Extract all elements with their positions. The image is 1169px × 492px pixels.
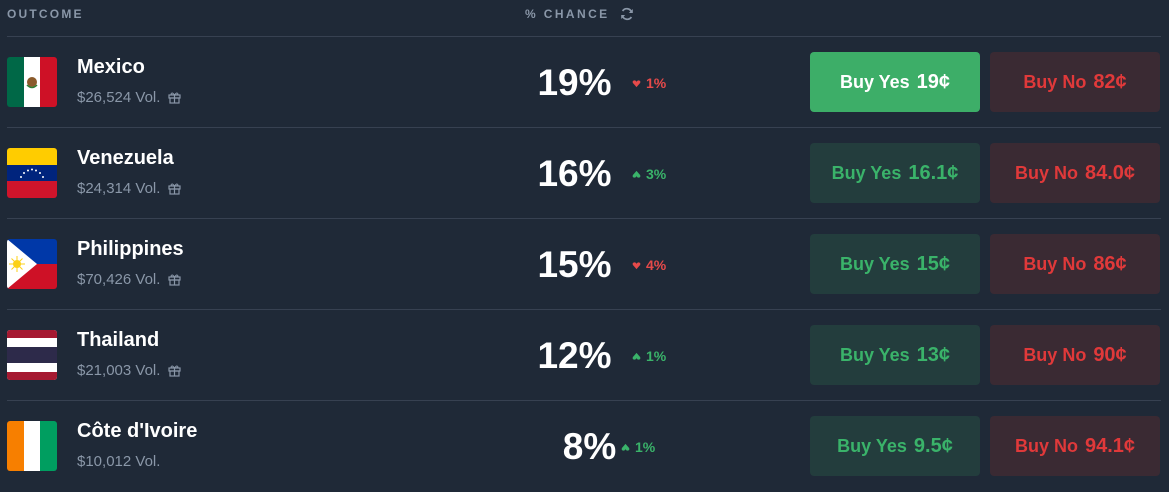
outcome-chance: 16%	[507, 153, 642, 195]
volume-text: $21,003 Vol.	[77, 362, 160, 379]
buy-yes-price: 15¢	[917, 253, 950, 276]
chance-delta: 4%	[632, 257, 666, 273]
outcome-column-header: OUTCOME	[7, 7, 84, 21]
volume-text: $26,524 Vol.	[77, 89, 160, 106]
heart-down-icon	[632, 261, 641, 270]
buy-yes-price: 13¢	[917, 344, 950, 367]
outcome-volume: $24,314 Vol.	[77, 180, 181, 197]
volume-text: $10,012 Vol.	[77, 453, 160, 470]
venezuela-flag-icon	[7, 148, 57, 198]
outcome-name[interactable]: Mexico	[77, 56, 145, 79]
outcome-row[interactable]: Philippines $70,426 Vol. 15% 4% Buy Yes …	[7, 218, 1161, 310]
buy-no-button[interactable]: Buy No 84.0¢	[990, 143, 1160, 203]
buy-yes-button[interactable]: Buy Yes 19¢	[810, 52, 980, 112]
chance-column-header[interactable]: % CHANCE	[525, 7, 634, 21]
outcome-row[interactable]: Côte d'Ivoire $10,012 Vol. 8% 1% Buy Yes…	[7, 400, 1161, 492]
outcome-volume: $26,524 Vol.	[77, 89, 181, 106]
chance-delta: 1%	[632, 348, 666, 364]
chance-delta: 1%	[621, 439, 655, 455]
gift-icon[interactable]	[168, 273, 181, 286]
philippines-flag-icon	[7, 239, 57, 289]
refresh-icon[interactable]	[620, 7, 634, 21]
mexico-flag-icon	[7, 57, 57, 107]
outcome-chance: 19%	[507, 62, 642, 104]
cote-divoire-flag-icon	[7, 421, 57, 471]
buy-yes-label: Buy Yes	[837, 436, 907, 457]
buy-no-price: 84.0¢	[1085, 162, 1135, 185]
buy-yes-label: Buy Yes	[840, 254, 910, 275]
buy-no-button[interactable]: Buy No 94.1¢	[990, 416, 1160, 476]
buy-no-price: 86¢	[1093, 253, 1126, 276]
heart-down-icon	[632, 79, 641, 88]
buy-no-button[interactable]: Buy No 90¢	[990, 325, 1160, 385]
buy-no-label: Buy No	[1023, 345, 1086, 366]
spade-up-icon	[621, 443, 630, 452]
volume-text: $70,426 Vol.	[77, 271, 160, 288]
thailand-flag-icon	[7, 330, 57, 380]
buy-yes-label: Buy Yes	[832, 163, 902, 184]
buy-yes-label: Buy Yes	[840, 345, 910, 366]
buy-yes-button[interactable]: Buy Yes 9.5¢	[810, 416, 980, 476]
spade-up-icon	[632, 352, 641, 361]
outcome-volume: $21,003 Vol.	[77, 362, 181, 379]
buy-no-button[interactable]: Buy No 82¢	[990, 52, 1160, 112]
outcome-chance: 15%	[507, 244, 642, 286]
buy-no-label: Buy No	[1023, 254, 1086, 275]
buy-yes-price: 19¢	[917, 71, 950, 94]
outcome-name[interactable]: Venezuela	[77, 147, 174, 170]
chance-delta: 3%	[632, 166, 666, 182]
chance-column-label: % CHANCE	[525, 7, 610, 21]
buy-yes-label: Buy Yes	[840, 72, 910, 93]
buy-yes-button[interactable]: Buy Yes 16.1¢	[810, 143, 980, 203]
outcome-volume: $10,012 Vol.	[77, 453, 160, 470]
chance-delta: 1%	[632, 75, 666, 91]
delta-value: 1%	[646, 348, 666, 364]
delta-value: 1%	[646, 75, 666, 91]
delta-value: 3%	[646, 166, 666, 182]
outcome-name[interactable]: Thailand	[77, 329, 159, 352]
buy-no-price: 94.1¢	[1085, 435, 1135, 458]
outcome-name[interactable]: Philippines	[77, 238, 184, 261]
delta-value: 1%	[635, 439, 655, 455]
gift-icon[interactable]	[168, 182, 181, 195]
table-header: OUTCOME % CHANCE	[0, 0, 1169, 36]
buy-no-price: 82¢	[1093, 71, 1126, 94]
outcome-name[interactable]: Côte d'Ivoire	[77, 420, 197, 443]
spade-up-icon	[632, 170, 641, 179]
buy-yes-price: 16.1¢	[908, 162, 958, 185]
outcome-row[interactable]: Thailand $21,003 Vol. 12% 1% Buy Yes 13¢…	[7, 309, 1161, 401]
volume-text: $24,314 Vol.	[77, 180, 160, 197]
buy-no-label: Buy No	[1015, 436, 1078, 457]
buy-no-label: Buy No	[1023, 72, 1086, 93]
outcome-chance: 12%	[507, 335, 642, 377]
gift-icon[interactable]	[168, 91, 181, 104]
outcome-volume: $70,426 Vol.	[77, 271, 181, 288]
buy-no-button[interactable]: Buy No 86¢	[990, 234, 1160, 294]
buy-no-label: Buy No	[1015, 163, 1078, 184]
buy-no-price: 90¢	[1093, 344, 1126, 367]
delta-value: 4%	[646, 257, 666, 273]
outcome-row[interactable]: Venezuela $24,314 Vol. 16% 3% Buy Yes 16…	[7, 127, 1161, 219]
gift-icon[interactable]	[168, 364, 181, 377]
outcome-row[interactable]: Mexico $26,524 Vol. 19% 1% Buy Yes 19¢ B…	[7, 36, 1161, 128]
buy-yes-button[interactable]: Buy Yes 15¢	[810, 234, 980, 294]
buy-yes-button[interactable]: Buy Yes 13¢	[810, 325, 980, 385]
market-outcomes-panel: OUTCOME % CHANCE Mexico $26,524 Vol.	[0, 0, 1169, 491]
buy-yes-price: 9.5¢	[914, 435, 953, 458]
